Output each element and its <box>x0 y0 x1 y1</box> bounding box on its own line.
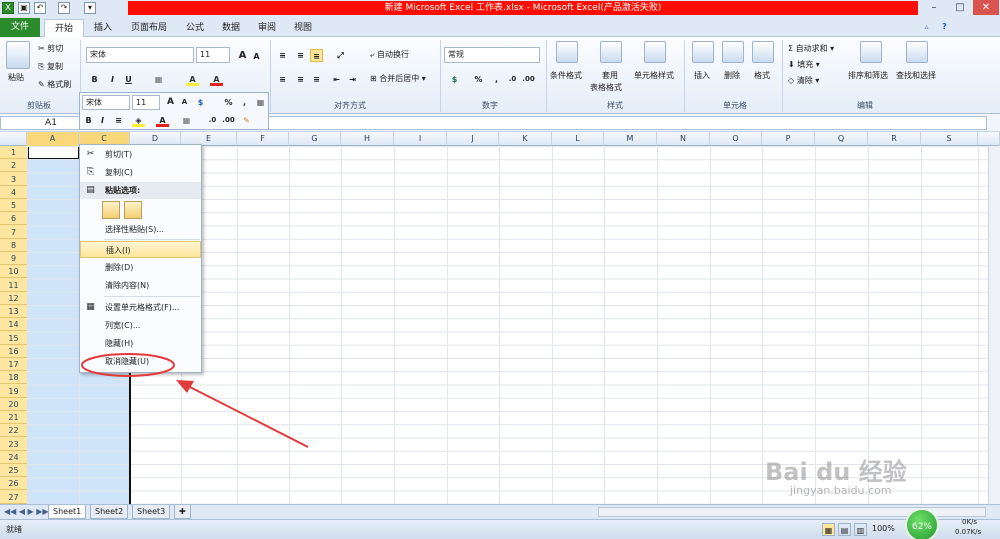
sheet-tab-3[interactable]: Sheet3 <box>132 505 171 519</box>
excel-window: X ▣ ↶ ↷ ▾ 新建 Microsoft Excel 工作表.xlsx - … <box>0 0 1000 539</box>
new-sheet-icon[interactable]: ✚ <box>174 505 191 519</box>
net-download: 0.07K/s <box>955 528 982 536</box>
sheet-tab-1[interactable]: Sheet1 <box>48 505 87 519</box>
net-upload: 0K/s <box>962 518 978 526</box>
page-layout-view-icon[interactable]: ▤ <box>838 523 851 536</box>
sheet-tab-bar: ◀◀ ◀ ▶ ▶▶ Sheet1 Sheet2 Sheet3 ✚ <box>0 504 1000 519</box>
sheet-nav-icons[interactable]: ◀◀ ◀ ▶ ▶▶ <box>4 507 49 516</box>
status-ready: 就绪 <box>6 525 22 534</box>
annotation-ellipse <box>81 353 175 377</box>
normal-view-icon[interactable]: ▦ <box>822 523 835 536</box>
zoom-level[interactable]: 100% <box>872 524 895 533</box>
sheet-tab-2[interactable]: Sheet2 <box>90 505 129 519</box>
battery-indicator: 62% <box>905 508 939 539</box>
annotation-arrow-shaft <box>185 384 309 448</box>
annotation-overlay <box>81 353 309 448</box>
page-break-view-icon[interactable]: ▥ <box>854 523 867 536</box>
annotation-arrow-head <box>176 380 194 393</box>
status-bar: 就绪 ▦ ▤ ▥ 100% 62% 0K/s 0.07K/s <box>0 508 1000 539</box>
